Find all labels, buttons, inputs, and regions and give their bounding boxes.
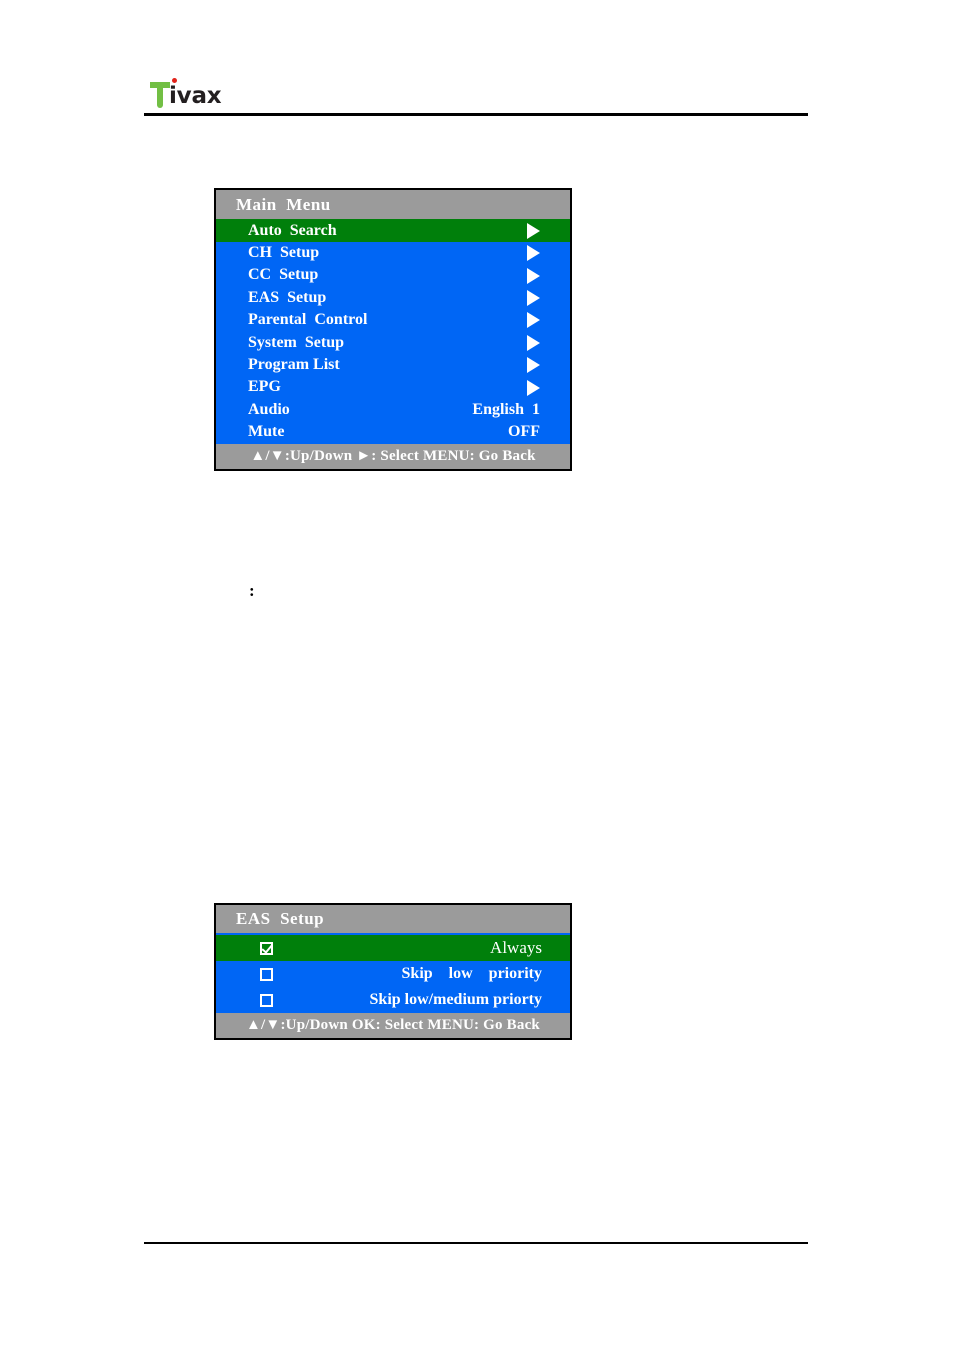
eas-option-label: Skip low priority (401, 965, 542, 982)
chevron-right-icon (527, 357, 540, 374)
menu-item-label: System Setup (248, 333, 345, 351)
menu-item-label: Mute (248, 423, 285, 441)
menu-item-audio[interactable]: Audio English 1 (216, 399, 570, 421)
page-header: ivax (144, 70, 808, 118)
eas-option-skip-low-priority[interactable]: Skip low priority (216, 961, 570, 987)
chevron-right-icon (527, 245, 540, 262)
eas-option-label: Always (490, 938, 542, 957)
eas-setup-footer-hint: ▲/▼:Up/Down OK: Select MENU: Go Back (216, 1013, 570, 1038)
eas-option-label: Skip low/medium priorty (369, 991, 542, 1008)
menu-item-label: Parental Control (248, 311, 368, 329)
footer-rule (144, 1242, 808, 1244)
eas-option-always[interactable]: Always (216, 935, 570, 961)
checkbox-unchecked-icon[interactable] (260, 967, 273, 981)
menu-item-label: EAS Setup (248, 288, 327, 306)
eas-option-skip-low-medium-priority[interactable]: Skip low/medium priorty (216, 987, 570, 1013)
body-colon-text: : (249, 581, 255, 600)
menu-item-label: Audio (248, 400, 290, 418)
eas-setup-panel: EAS Setup Always Skip low priority Skip … (214, 903, 572, 1040)
menu-item-value: OFF (508, 423, 540, 441)
main-menu-footer-hint: ▲/▼:Up/Down ►: Select MENU: Go Back (216, 443, 570, 469)
chevron-right-icon (527, 289, 540, 306)
chevron-right-icon (527, 379, 540, 396)
menu-item-auto-search[interactable]: Auto Search (216, 219, 570, 242)
checkbox-unchecked-icon[interactable] (260, 993, 273, 1007)
menu-item-program-list[interactable]: Program List (216, 354, 570, 376)
logo-wordmark: ivax (169, 78, 222, 109)
menu-item-epg[interactable]: EPG (216, 376, 570, 398)
menu-item-label: CC Setup (248, 266, 319, 284)
main-menu-panel: Main Menu Auto Search CH Setup CC Setup … (214, 188, 572, 471)
header-rule (144, 113, 808, 116)
chevron-right-icon (527, 267, 540, 284)
menu-item-parental-control[interactable]: Parental Control (216, 309, 570, 331)
eas-setup-options: Always Skip low priority Skip low/medium… (216, 935, 570, 1013)
menu-item-ch-setup[interactable]: CH Setup (216, 242, 570, 264)
menu-item-cc-setup[interactable]: CC Setup (216, 264, 570, 286)
main-menu-items: Auto Search CH Setup CC Setup EAS Setup … (216, 219, 570, 444)
chevron-right-icon (527, 334, 540, 351)
menu-item-label: Auto Search (248, 222, 337, 239)
menu-item-label: CH Setup (248, 244, 320, 261)
checkbox-checked-icon[interactable] (260, 941, 273, 955)
eas-setup-title: EAS Setup (216, 905, 570, 933)
logo-wordmark-text: ivax (169, 83, 222, 109)
menu-item-label: EPG (248, 378, 281, 396)
main-menu-title: Main Menu (216, 190, 570, 219)
menu-item-mute[interactable]: Mute OFF (216, 421, 570, 443)
logo-red-dot (172, 78, 177, 83)
logo-t-mark (150, 82, 170, 108)
menu-item-system-setup[interactable]: System Setup (216, 332, 570, 354)
tivax-logo: ivax (150, 74, 222, 109)
chevron-right-icon (527, 312, 540, 329)
menu-item-value: English 1 (472, 400, 540, 418)
menu-item-label: Program List (248, 355, 340, 373)
chevron-right-icon (527, 222, 540, 239)
menu-item-eas-setup[interactable]: EAS Setup (216, 287, 570, 309)
